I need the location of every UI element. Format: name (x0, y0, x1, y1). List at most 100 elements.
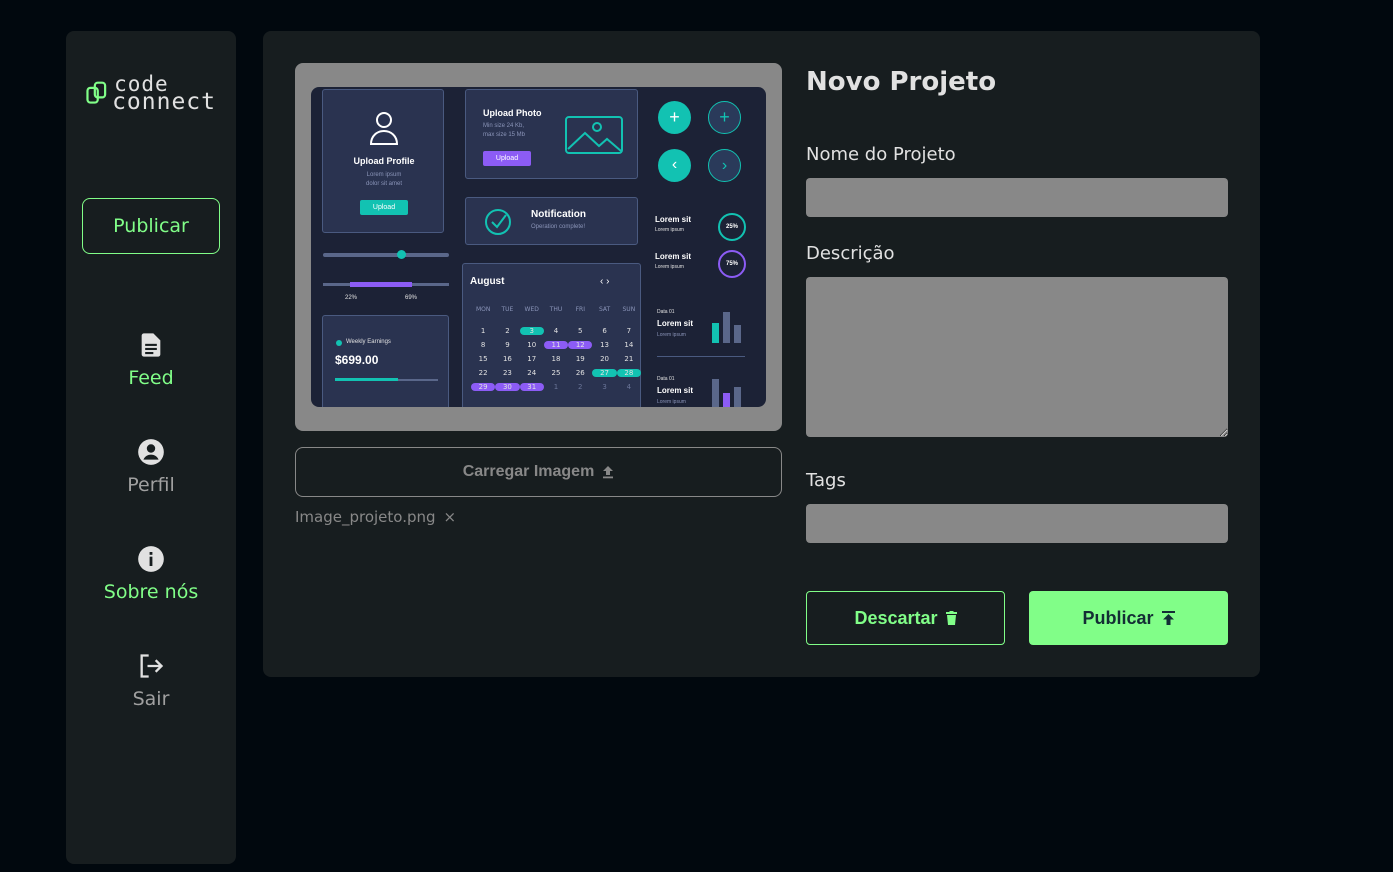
weekday: WED (524, 306, 539, 313)
calendar-day: 27 (592, 369, 617, 377)
sidebar-item-sair[interactable]: Sair (66, 652, 236, 759)
preview-bar (712, 379, 719, 407)
calendar-day: 1 (480, 327, 486, 335)
calendar-day: 4 (626, 383, 632, 391)
sidebar-item-feed[interactable]: Feed (66, 331, 236, 438)
calendar-day: 22 (478, 369, 488, 377)
upload-icon (603, 466, 614, 479)
preview-slider-1 (323, 253, 449, 257)
sidebar-item-perfil[interactable]: Perfil (66, 438, 236, 545)
preview-weekly-label: Weekly Earnings (346, 339, 391, 345)
calendar-day: 16 (502, 355, 512, 363)
calendar-day: 29 (471, 383, 496, 391)
user-icon (369, 112, 399, 145)
preview-min-size: Min size 24 Kb, (483, 123, 525, 129)
preview-calendar-days: 1 2 3 4 5 6 7 8 9 10 11 12 13 14 15 16 17 18 19 20 21 22 23 24 2… (471, 327, 641, 391)
calendar-day: 18 (551, 355, 561, 363)
calendar-day: 14 (624, 341, 634, 349)
logo-text: code connect (112, 74, 216, 114)
preview-max-size: max size 15 Mb (483, 132, 526, 138)
info-icon (138, 546, 164, 572)
preview-divider (657, 356, 745, 357)
weekday: TUE (501, 306, 514, 313)
calendar-day: 26 (575, 369, 585, 377)
preview-plus-outline-icon: + (708, 101, 741, 134)
trash-icon (945, 611, 957, 625)
calendar-day: 3 (602, 383, 607, 391)
code-connect-logo-icon (86, 81, 107, 104)
preview-bar (712, 323, 719, 343)
preview-calendar-weekdays: MON TUE WED THU FRI SAT SUN (471, 306, 641, 313)
preview-upload-profile-title: Upload Profile (353, 156, 415, 166)
preview-chevron-left-icon: ‹ (658, 149, 691, 182)
image-icon (565, 116, 623, 154)
preview-lorem-ipsum: Lorem ipsum (655, 264, 684, 270)
project-name-label: Nome do Projeto (806, 144, 956, 165)
upload-image-button[interactable]: Carregar Imagem (295, 447, 782, 497)
preview-progress-25: 25% (718, 213, 746, 241)
weekday: SUN (622, 306, 636, 313)
sidebar: code connect Publicar Feed Perfil Sobre … (66, 31, 236, 864)
calendar-day: 1 (553, 383, 559, 391)
preview-calendar-arrows: ‹ › (600, 276, 610, 287)
sidebar-item-sobre[interactable]: Sobre nós (66, 545, 236, 652)
tags-input[interactable] (806, 504, 1228, 543)
preview-data-label: Data 01 (657, 309, 675, 315)
description-textarea[interactable] (806, 277, 1228, 437)
preview-slider-min: 22% (345, 295, 358, 301)
preview-notification-title: Notification (531, 209, 586, 220)
discard-label: Descartar (854, 607, 938, 628)
preview-bar (723, 312, 730, 343)
preview-data-label: Data 01 (657, 376, 675, 382)
publish-label: Publicar (1082, 607, 1154, 628)
calendar-day: 8 (480, 341, 486, 349)
preview-lorem-ipsum: Lorem ipsum (657, 332, 686, 338)
calendar-day: 7 (626, 327, 632, 335)
calendar-day: 2 (578, 383, 583, 391)
weekday: SAT (598, 306, 611, 313)
preview-lorem: dolor sit amet (365, 181, 402, 187)
preview-bar (734, 325, 741, 343)
logo[interactable]: code connect (86, 71, 216, 115)
project-name-input[interactable] (806, 178, 1228, 217)
sidebar-publish-button[interactable]: Publicar (82, 198, 220, 254)
preview-upload-button: Upload (483, 151, 531, 166)
sidebar-item-label: Feed (128, 367, 174, 389)
upload-image-label: Carregar Imagem (462, 463, 595, 480)
preview-operation-text: Operation complete! (531, 224, 586, 230)
discard-button[interactable]: Descartar (806, 591, 1005, 645)
calendar-day: 5 (578, 327, 583, 335)
remove-file-button[interactable]: × (444, 508, 457, 526)
preview-lorem-sit: Lorem sit (655, 215, 692, 224)
preview-dot (336, 340, 342, 346)
preview-upload-button: Upload (360, 200, 408, 215)
document-icon (141, 333, 161, 357)
description-label: Descrição (806, 243, 895, 264)
preview-lorem-ipsum: Lorem ipsum (655, 227, 684, 233)
image-preview-frame: Upload Profile Lorem ipsum dolor sit ame… (295, 63, 782, 431)
calendar-day: 12 (568, 341, 593, 349)
preview-calendar-card: August ‹ › MON TUE WED THU FRI SAT SUN 1… (462, 263, 641, 407)
calendar-day: 30 (495, 383, 520, 391)
calendar-day: 28 (616, 369, 641, 377)
preview-calendar-month: August (470, 276, 505, 287)
sidebar-item-label: Sair (132, 688, 170, 710)
preview-lorem-sit: Lorem sit (657, 319, 694, 328)
publish-button[interactable]: Publicar (1029, 591, 1228, 645)
preview-lorem-ipsum: Lorem ipsum (657, 399, 686, 405)
account-circle-icon (138, 439, 164, 465)
preview-bar (734, 387, 741, 407)
preview-earnings-fill (335, 378, 398, 381)
calendar-day: 31 (519, 383, 544, 391)
calendar-day: 10 (527, 341, 537, 349)
preview-lorem-sit: Lorem sit (655, 252, 692, 261)
calendar-day: 23 (502, 369, 512, 377)
preview-chevron-right-icon: › (708, 149, 741, 182)
sidebar-nav: Feed Perfil Sobre nós Sair (66, 331, 236, 759)
calendar-day: 6 (602, 327, 607, 335)
calendar-day: 15 (478, 355, 488, 363)
sidebar-item-label: Perfil (127, 474, 175, 496)
preview-earnings-card: Weekly Earnings $699.00 (322, 315, 449, 407)
preview-upload-photo-card: Upload Photo Min size 24 Kb, max size 15… (465, 89, 638, 179)
sidebar-item-label: Sobre nós (103, 581, 199, 603)
